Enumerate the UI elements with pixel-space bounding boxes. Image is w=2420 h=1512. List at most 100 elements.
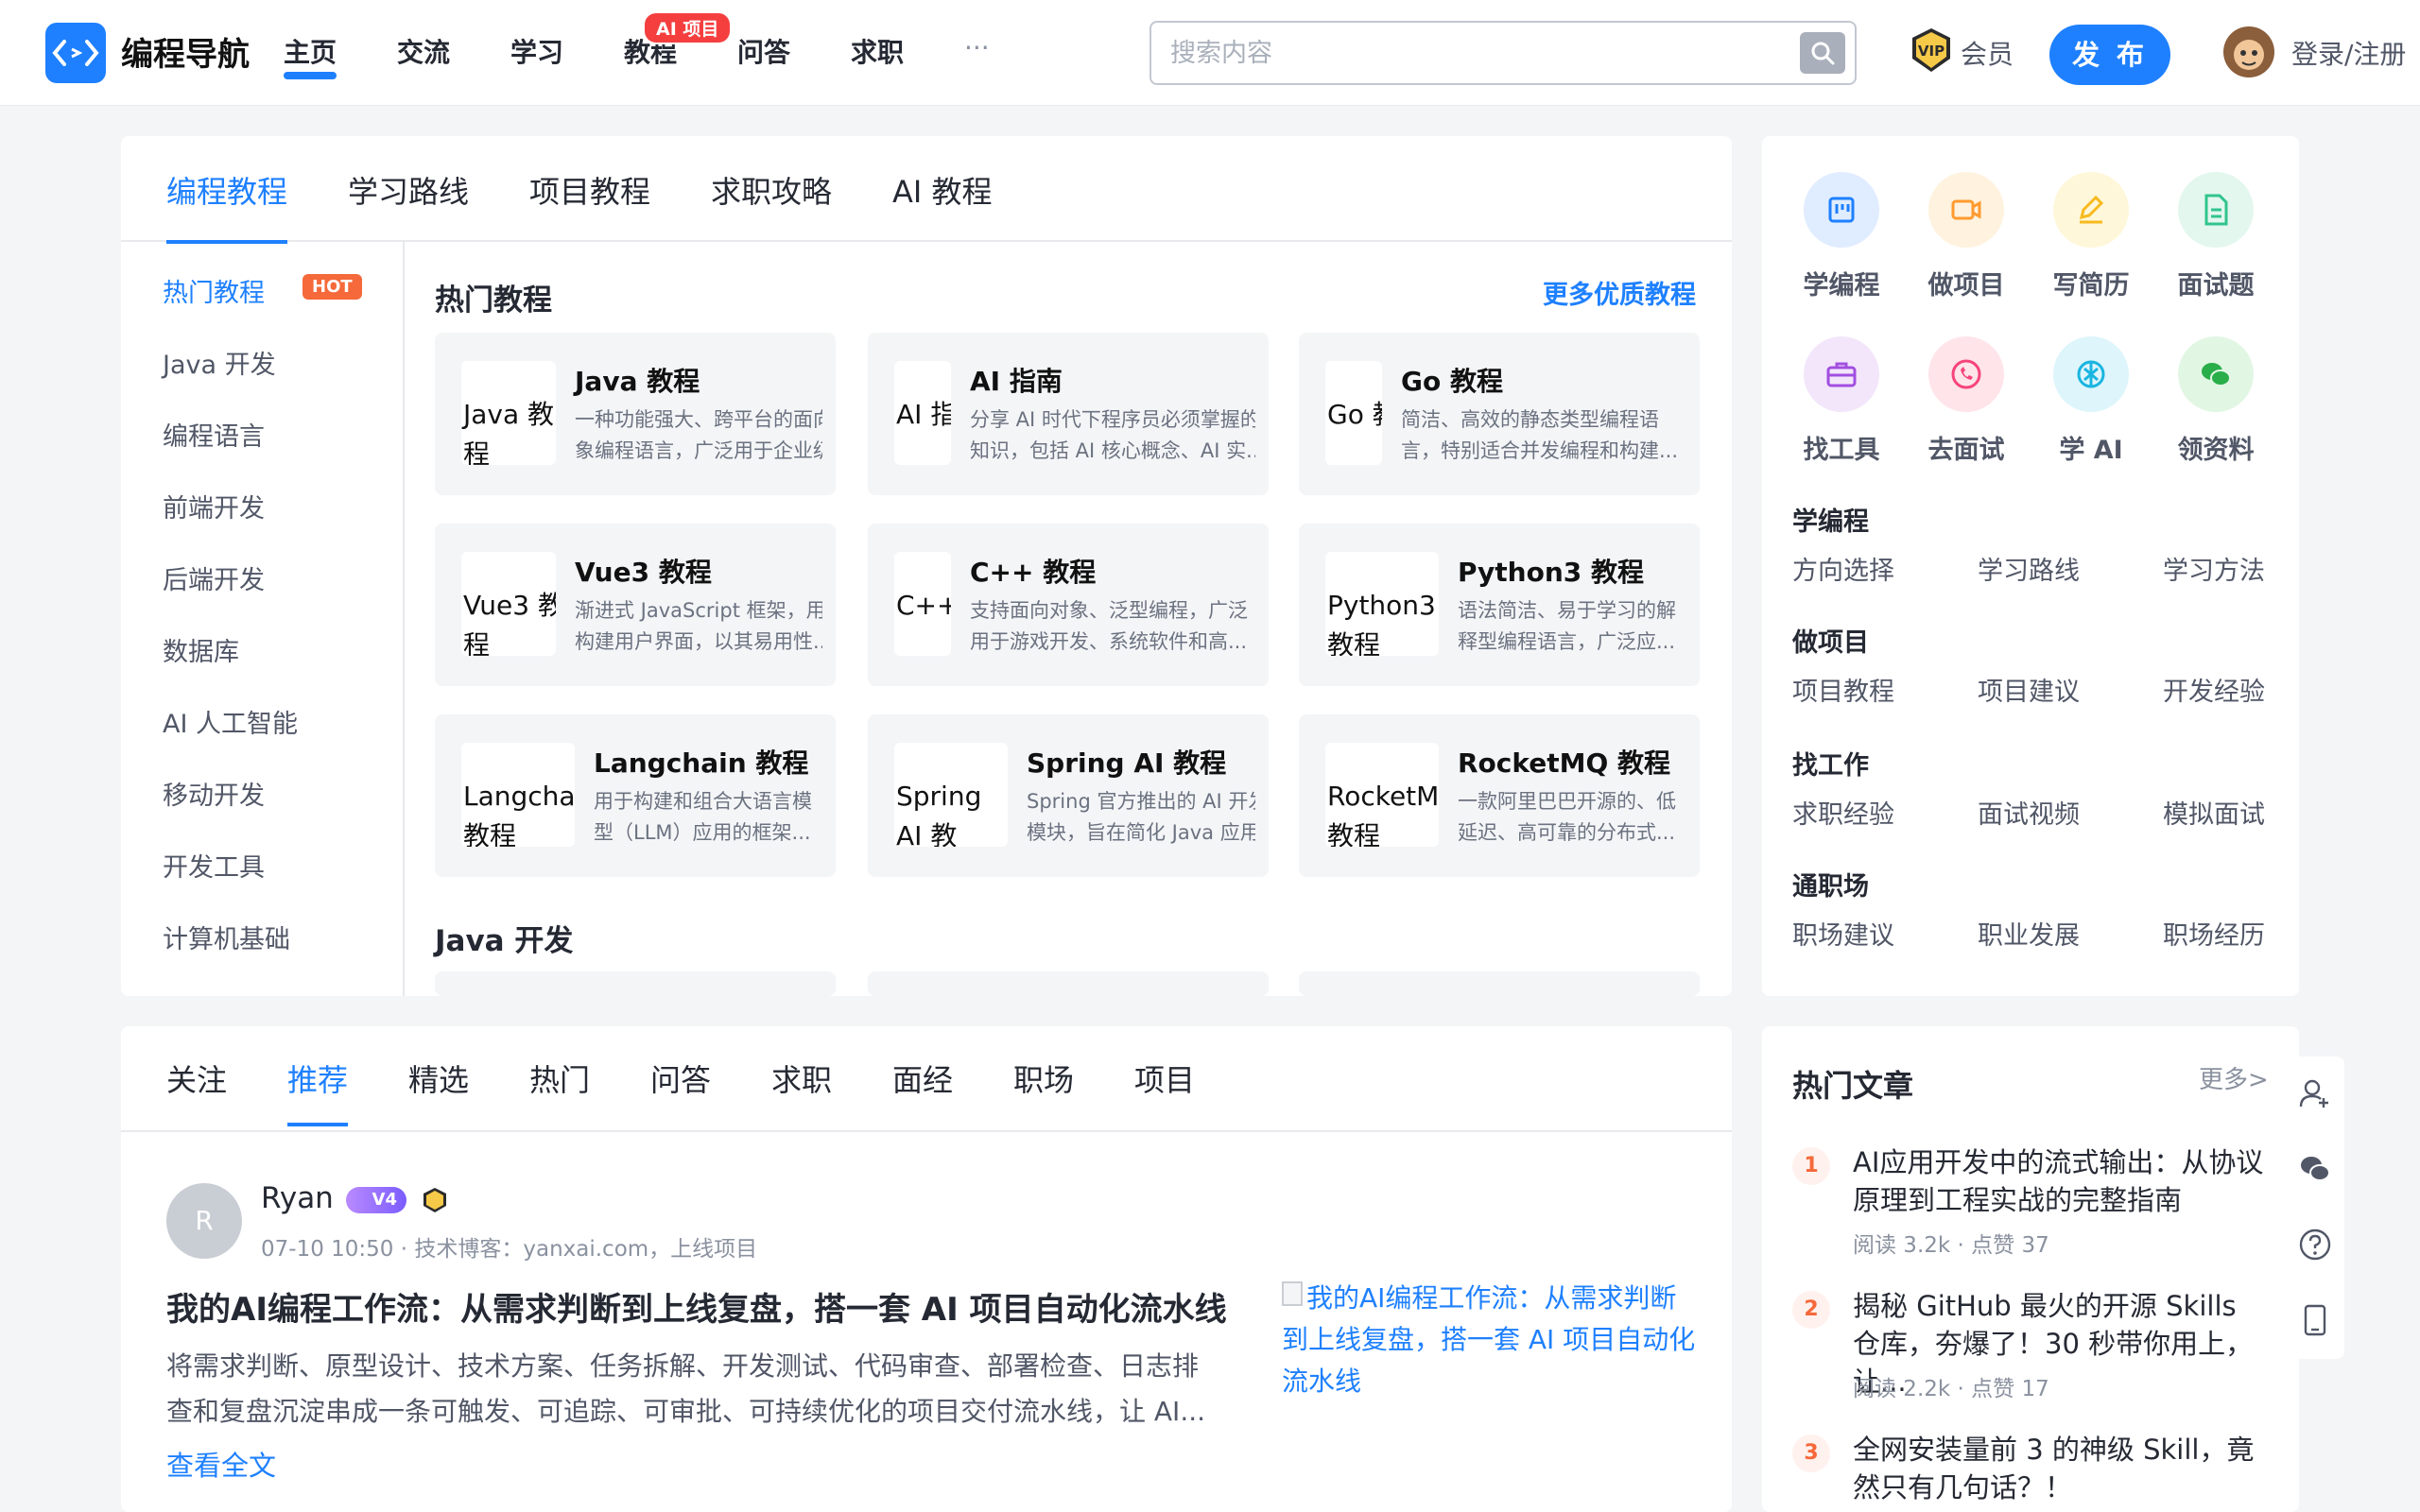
avatar[interactable] (2223, 26, 2274, 77)
quick-group-link[interactable]: 学习方法 (2163, 550, 2265, 587)
tab-job-guides[interactable]: 求职攻略 (711, 168, 832, 212)
search-button[interactable] (1800, 32, 1845, 74)
sidebar-item-languages[interactable]: 编程语言 (163, 416, 265, 453)
floating-toolbar (2284, 1057, 2344, 1359)
tab-featured[interactable]: 精选 (408, 1057, 469, 1100)
site-name[interactable]: 编程导航 (121, 28, 250, 75)
hot-articles-more[interactable]: 更多> (2199, 1060, 2269, 1095)
tab-project-tutorials[interactable]: 项目教程 (529, 168, 650, 212)
tab-qa[interactable]: 问答 (650, 1057, 711, 1100)
vip-icon[interactable]: VIP (1908, 26, 1955, 74)
publish-button[interactable]: 发 布 (2049, 25, 2170, 85)
user-add-icon[interactable] (2299, 1077, 2331, 1109)
quick-chat-button[interactable] (2178, 336, 2254, 412)
sidebar-item-mobile[interactable]: 移动开发 (163, 775, 265, 812)
sidebar-item-hot[interactable]: 热门教程 (163, 272, 265, 309)
post-title[interactable]: 我的AI编程工作流：从需求判断到上线复盘，搭一套 AI 项目自动化流水线 (166, 1283, 1282, 1330)
quick-group-link[interactable]: 求职经验 (1792, 794, 1894, 831)
more-tutorials-link[interactable]: 更多优质教程 (1543, 274, 1696, 311)
sidebar-item-cs-basics[interactable]: 计算机基础 (163, 919, 290, 955)
tutorial-description: 简洁、高效的静态类型编程语 言，特别适合并发编程和构建... (1401, 404, 1686, 467)
vip-icon (424, 1188, 446, 1212)
tutorial-card[interactable]: AI 指 AI 指南 分享 AI 时代下程序员必须掌握的 知识，包括 AI 核心概… (868, 333, 1269, 495)
nav-community[interactable]: 交流 (397, 32, 450, 70)
sidebar-item-frontend[interactable]: 前端开发 (163, 488, 265, 524)
mobile-icon[interactable] (2299, 1304, 2331, 1336)
quick-group-link[interactable]: 职场建议 (1792, 915, 1894, 952)
quick-pen-button[interactable] (2053, 172, 2129, 248)
tab-learning-paths[interactable]: 学习路线 (348, 168, 469, 212)
nav-home[interactable]: 主页 (284, 32, 337, 79)
quick-label[interactable]: 做项目 (1910, 265, 2023, 301)
nav-learn[interactable]: 学习 (510, 32, 563, 70)
tab-hot[interactable]: 热门 (529, 1057, 590, 1100)
quick-toolbox-button[interactable] (1804, 336, 1879, 412)
sidebar-item-java[interactable]: Java 开发 (163, 344, 276, 381)
quick-group-link[interactable]: 模拟面试 (2163, 794, 2265, 831)
quick-group-link[interactable]: 面试视频 (1978, 794, 2080, 831)
quick-group-link[interactable]: 职场经历 (2163, 915, 2265, 952)
help-icon[interactable] (2299, 1228, 2331, 1261)
nav-jobs[interactable]: 求职 (851, 32, 904, 70)
quick-ai-button[interactable] (2053, 336, 2129, 412)
quick-board-button[interactable] (1804, 172, 1879, 248)
tutorial-name: Langchain 教程 (594, 747, 809, 779)
tab-career[interactable]: 职场 (1013, 1057, 1074, 1100)
tab-divider (121, 240, 1732, 242)
quick-group-link[interactable]: 开发经验 (2163, 671, 2265, 708)
sidebar-item-ai[interactable]: AI 人工智能 (163, 703, 298, 740)
quick-label[interactable]: 写简历 (2034, 265, 2148, 301)
site-logo[interactable] (45, 23, 106, 83)
quick-group-link[interactable]: 职业发展 (1978, 915, 2080, 952)
quick-label[interactable]: 面试题 (2159, 265, 2273, 301)
quick-phone-button[interactable] (1928, 336, 2004, 412)
quick-group-link[interactable]: 学习路线 (1978, 550, 2080, 587)
quick-video-button[interactable] (1928, 172, 2004, 248)
post-avatar[interactable]: R (166, 1183, 242, 1259)
tab-recommended[interactable]: 推荐 (287, 1057, 349, 1126)
wechat-icon[interactable] (2299, 1153, 2331, 1185)
quick-group-link[interactable]: 方向选择 (1792, 550, 1894, 587)
tutorial-description-line2: 型（LLM）应用的框架... (594, 821, 811, 844)
login-link[interactable]: 登录/注册 (2291, 34, 2406, 72)
tutorial-card[interactable]: Langcha 教程 Langchain 教程 用于构建和组合大语言模 型（LLM… (435, 714, 836, 877)
sidebar-item-backend[interactable]: 后端开发 (163, 559, 265, 596)
tab-jobs[interactable]: 求职 (771, 1057, 832, 1100)
sidebar-item-tools[interactable]: 开发工具 (163, 847, 265, 884)
quick-group-link[interactable]: 项目建议 (1978, 671, 2080, 708)
nav-qa[interactable]: 问答 (737, 32, 790, 70)
tutorial-card[interactable]: Java 教程 Java 教程 一种功能强大、跨平台的面向对象编程语言，广泛用于… (435, 333, 836, 495)
toolbox-icon (1826, 362, 1857, 387)
quick-label[interactable]: 学编程 (1785, 265, 1898, 301)
tutorial-card[interactable]: Python3 教程 Python3 教程 语法简洁、易于学习的解 释型编程语言，… (1299, 524, 1700, 686)
search-input[interactable] (1170, 32, 1737, 74)
read-more-link[interactable]: 查看全文 (166, 1444, 276, 1484)
tutorial-name: C++ 教程 (970, 557, 1097, 588)
article-title[interactable]: 全网安装量前 3 的神级 Skill，竟然只有几句话？！ (1853, 1431, 2269, 1506)
quick-label[interactable]: 学 AI (2034, 429, 2148, 466)
tutorial-card[interactable]: C++ 教 C++ 教程 支持面向对象、泛型编程，广泛用于游戏开发、系统软件和高… (868, 524, 1269, 686)
tutorial-card[interactable]: Spring AI 教 Spring AI 教程 Spring 官方推出的 AI… (868, 714, 1269, 877)
post-image[interactable]: 我的AI编程工作流：从需求判断到上线复盘，搭一套 AI 项目自动化流水线 (1282, 1278, 1698, 1410)
tab-projects[interactable]: 项目 (1134, 1057, 1195, 1100)
tutorial-description-line2: 释型编程语言，广泛应... (1458, 630, 1676, 653)
tutorial-card[interactable]: Go 教 Go 教程 简洁、高效的静态类型编程语言，特别适合并发编程和构建... (1299, 333, 1700, 495)
sidebar-item-database[interactable]: 数据库 (163, 631, 239, 668)
tab-programming-tutorials[interactable]: 编程教程 (166, 168, 288, 244)
quick-group-link[interactable]: 项目教程 (1792, 671, 1894, 708)
tutorial-card[interactable]: RocketM 教程 RocketMQ 教程 一款阿里巴巴开源的、低 延迟、高可靠… (1299, 714, 1700, 877)
vip-label[interactable]: 会员 (1961, 34, 2014, 72)
quick-label[interactable]: 找工具 (1785, 429, 1898, 466)
nav-more[interactable]: ··· (964, 32, 990, 63)
tutorial-card[interactable]: Vue3 教程 Vue3 教程 渐进式 JavaScript 框架，用于 构建用户… (435, 524, 836, 686)
post-author[interactable]: Ryan (261, 1181, 334, 1215)
tab-interviews[interactable]: 面经 (892, 1057, 953, 1100)
quick-document-button[interactable] (2178, 172, 2254, 248)
article-title[interactable]: AI应用开发中的流式输出：从协议原理到工程实战的完整指南 (1853, 1143, 2269, 1219)
tab-ai-tutorials[interactable]: AI 教程 (892, 168, 993, 212)
quick-label[interactable]: 去面试 (1910, 429, 2023, 466)
quick-label[interactable]: 领资料 (2159, 429, 2273, 466)
tab-following[interactable]: 关注 (166, 1057, 227, 1100)
tutorial-name: Go 教程 (1401, 366, 1503, 397)
quick-group-title: 通职场 (1792, 872, 1869, 902)
